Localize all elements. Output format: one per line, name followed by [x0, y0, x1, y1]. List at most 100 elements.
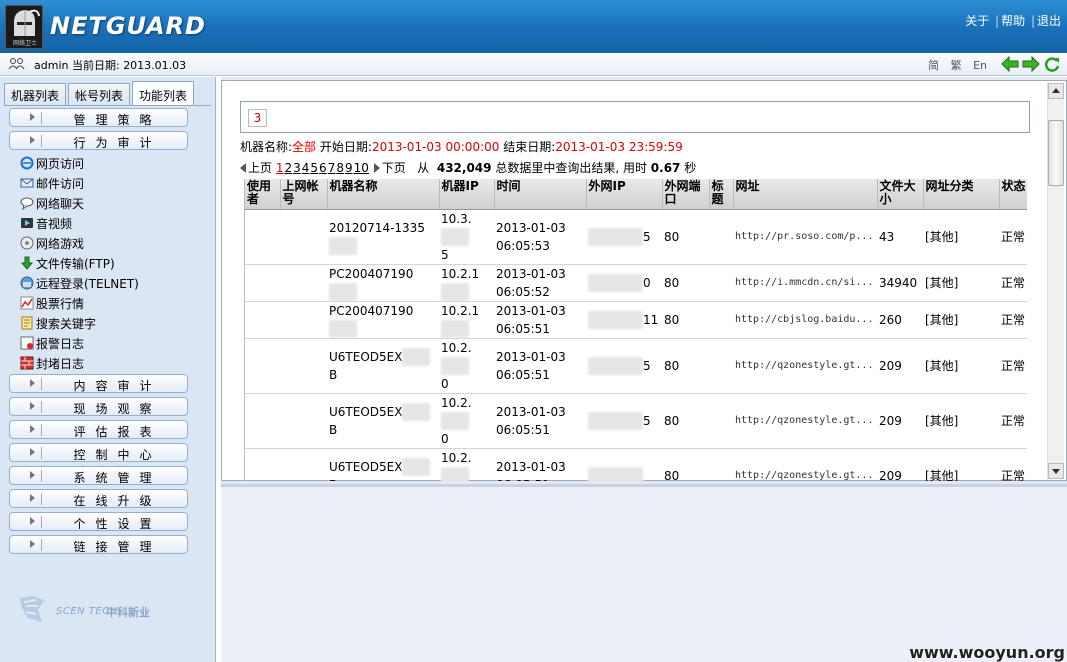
- page-link[interactable]: 8: [336, 161, 344, 175]
- media-icon: [21, 218, 33, 228]
- logout-link[interactable]: 退出: [1037, 14, 1061, 28]
- chat-icon: [20, 197, 34, 210]
- col-header[interactable]: 使用者: [245, 179, 281, 210]
- cell-url: http://cbjslog.baidu...: [733, 301, 877, 339]
- table-row[interactable]: PC200407190 10.2.1 2013-01-03 06:05:51 1…: [245, 301, 1027, 339]
- page-link[interactable]: 10: [354, 161, 369, 175]
- scroll-down-icon[interactable]: [1048, 463, 1064, 479]
- col-header[interactable]: 文件大小: [877, 179, 924, 210]
- lang-english[interactable]: En: [973, 59, 987, 72]
- col-header[interactable]: 网址分类: [923, 179, 1000, 210]
- query-time: 0.67: [650, 161, 681, 175]
- help-link[interactable]: 帮助: [1001, 14, 1025, 28]
- cell-size: 209: [877, 448, 923, 481]
- sub-item-net-chat[interactable]: 网络聊天: [20, 194, 84, 212]
- cell-port: 80: [662, 264, 709, 302]
- page-number: 3: [248, 109, 267, 127]
- menu-content-audit[interactable]: 内容审计: [9, 374, 188, 393]
- page-link[interactable]: 6: [319, 161, 327, 175]
- col-header[interactable]: 外网IP: [586, 179, 663, 210]
- page-link[interactable]: 7: [328, 161, 336, 175]
- menu-behavior-audit[interactable]: 行为审计: [9, 131, 188, 150]
- cell-time: 2013-01-03 06:05:51: [494, 301, 586, 339]
- col-header[interactable]: 上网帐号: [280, 179, 328, 210]
- cell-url: http://qzonestyle.gt...: [733, 338, 877, 394]
- page-link[interactable]: 9: [345, 161, 353, 175]
- cell-user: [245, 393, 280, 449]
- sub-item-telnet[interactable]: 远程登录(TELNET): [20, 274, 139, 292]
- table-row[interactable]: PC200407190 10.2.1 2013-01-03 06:05:52 0…: [245, 264, 1027, 302]
- arrow-right-icon: [373, 163, 380, 173]
- refresh-icon[interactable]: [1043, 56, 1061, 72]
- sub-item-stock[interactable]: 股票行情: [20, 294, 84, 312]
- page-link[interactable]: 1: [276, 161, 284, 175]
- cell-status: 正常: [999, 448, 1027, 481]
- scroll-thumb[interactable]: [1048, 120, 1064, 186]
- scroll-up-icon[interactable]: [1048, 83, 1064, 99]
- sub-item-search-keyword[interactable]: 搜索关键字: [20, 314, 96, 332]
- total-count: 432,049: [436, 161, 492, 175]
- col-header[interactable]: 状态: [999, 179, 1027, 210]
- menu-live-view[interactable]: 现场观察: [9, 397, 188, 416]
- page-link[interactable]: 4: [302, 161, 310, 175]
- cell-size: 34940: [877, 264, 923, 302]
- col-header[interactable]: 外网端口: [662, 179, 710, 210]
- lang-simplified[interactable]: 简: [928, 59, 939, 72]
- vertical-scrollbar[interactable]: [1047, 83, 1064, 479]
- menu-system-management[interactable]: 系统管理: [9, 466, 188, 485]
- next-page-link[interactable]: 下页: [382, 161, 406, 175]
- page-link[interactable]: 2: [284, 161, 292, 175]
- menu-online-upgrade[interactable]: 在线升级: [9, 489, 188, 508]
- page-link[interactable]: 5: [310, 161, 318, 175]
- cell-ip: 10.3. 5: [439, 209, 494, 265]
- col-header[interactable]: 标题: [709, 179, 734, 210]
- remote-icon: [20, 276, 34, 290]
- tab-function-list[interactable]: 功能列表: [132, 81, 195, 105]
- sub-item-ftp[interactable]: 文件传输(FTP): [20, 254, 115, 272]
- tab-machine-list[interactable]: 机器列表: [4, 83, 67, 105]
- about-link[interactable]: 关于: [965, 14, 989, 28]
- lower-pane: [221, 484, 1067, 662]
- sub-item-block-log[interactable]: 封堵日志: [20, 354, 84, 372]
- sub-item-mail-access[interactable]: 邮件访问: [20, 174, 84, 192]
- cell-ip: 10.2.1: [439, 264, 494, 302]
- col-header[interactable]: 时间: [494, 179, 587, 210]
- sub-item-alarm-log[interactable]: 报警日志: [20, 334, 84, 352]
- table-row[interactable]: U6TEOD5EX B 10.2. 0 2013-01-03 06:05:51 58…: [245, 393, 1027, 449]
- sub-item-web-access[interactable]: 网页访问: [20, 154, 84, 172]
- col-header[interactable]: 机器IP: [439, 179, 495, 210]
- current-date: 2013.01.03: [123, 59, 187, 72]
- cell-status: 正常: [999, 301, 1027, 339]
- cell-ext-ip: 5: [586, 393, 662, 449]
- table-row[interactable]: U6TEOD5EX B10.2. 02013-01-03 06:05:51 80…: [245, 448, 1027, 481]
- cell-title: [709, 338, 733, 394]
- cell-machine: PC200407190: [327, 301, 439, 339]
- lang-traditional[interactable]: 繁: [951, 59, 962, 72]
- forward-arrow-icon[interactable]: [1022, 56, 1040, 72]
- table-body: 20120714-1335 10.3. 5 2013-01-03 06:05:53…: [245, 209, 1027, 481]
- page-link[interactable]: 3: [293, 161, 301, 175]
- cell-title: [709, 209, 733, 265]
- triangle-right-icon: [30, 448, 35, 456]
- sub-item-media[interactable]: 音视频: [20, 214, 72, 232]
- page-box: 3: [240, 101, 1030, 133]
- menu-evaluation-report[interactable]: 评估报表: [9, 420, 188, 439]
- prev-page-link[interactable]: 上页: [248, 161, 272, 175]
- sub-item-net-game[interactable]: 网络游戏: [20, 234, 84, 252]
- table-row[interactable]: U6TEOD5EX B 10.2. 0 2013-01-03 06:05:51 58…: [245, 338, 1027, 394]
- table-row[interactable]: 20120714-1335 10.3. 5 2013-01-03 06:05:53…: [245, 209, 1027, 265]
- menu-policy-management[interactable]: 管理策略: [9, 108, 188, 127]
- menu-personal-settings[interactable]: 个性设置: [9, 512, 188, 531]
- menu-control-center[interactable]: 控制中心: [9, 443, 188, 462]
- menu-link-management[interactable]: 链接管理: [9, 535, 188, 554]
- end-date-value: 2013-01-03 23:59:59: [555, 140, 683, 154]
- date-label: 当前日期:: [71, 59, 120, 72]
- col-header[interactable]: 机器名称: [327, 179, 440, 210]
- cell-machine: 20120714-1335: [327, 209, 439, 265]
- col-header[interactable]: 网址: [733, 179, 878, 210]
- cell-category: [其他]: [923, 393, 999, 449]
- tab-account-list[interactable]: 帐号列表: [68, 83, 131, 105]
- cell-user: [245, 209, 280, 265]
- app-logo: 网络卫士: [5, 5, 43, 49]
- back-arrow-icon[interactable]: [1001, 56, 1019, 72]
